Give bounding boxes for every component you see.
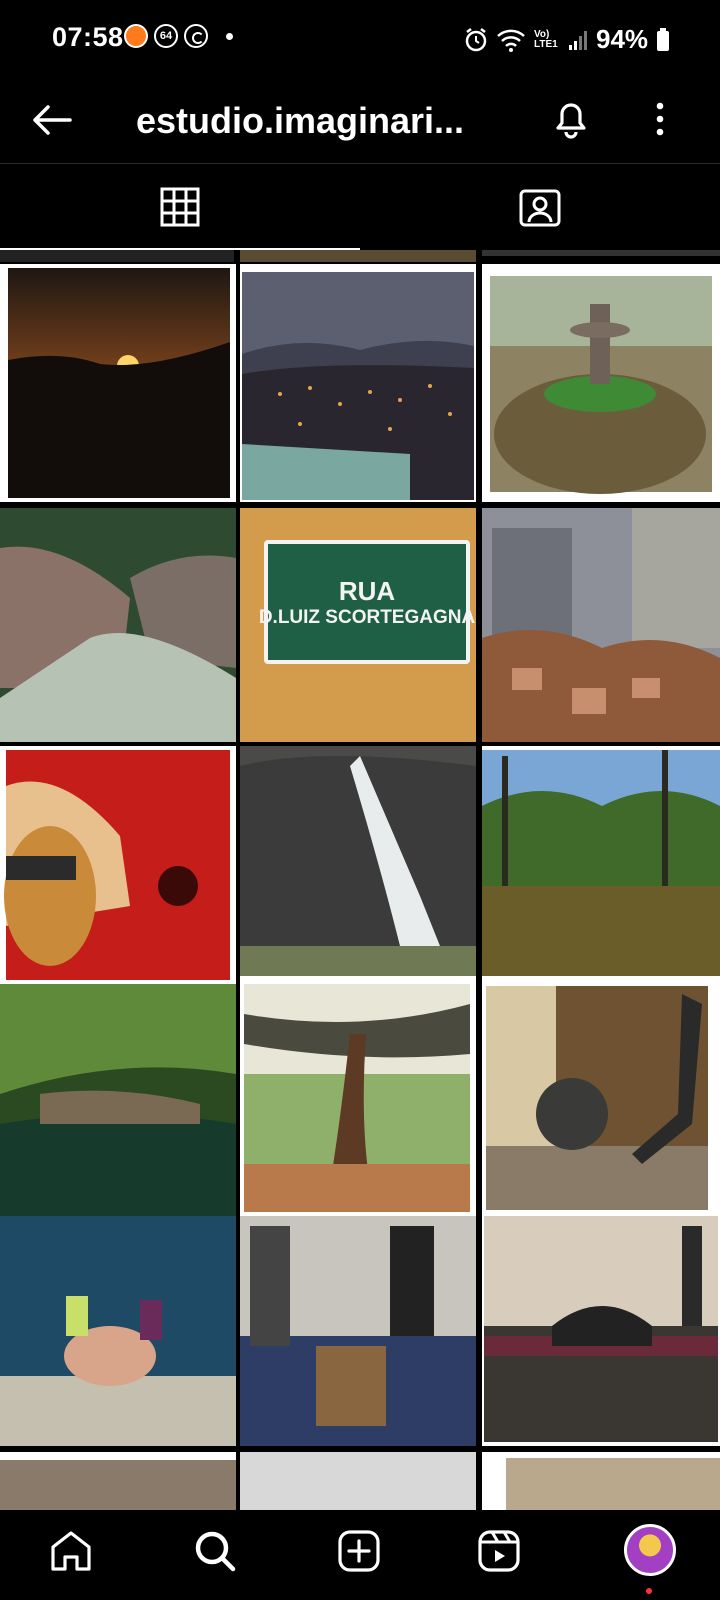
grid-icon [160,187,200,227]
grid-post-gym-workout[interactable] [482,984,720,1216]
search-icon [195,1531,236,1572]
profile-avatar[interactable] [624,1524,676,1576]
status-bar: 07:58 64 Vo) LTE1 94% [0,0,720,78]
grid-post-partial[interactable] [482,1452,720,1510]
nav-search[interactable] [190,1526,240,1576]
grid-post-river-rocks[interactable] [0,508,236,742]
tab-tagged[interactable] [360,164,720,250]
create-icon [338,1530,380,1572]
grid-post-partial[interactable] [240,1452,476,1510]
network-label: Vo) LTE1 [534,28,558,50]
grid-post-group-exercise[interactable] [0,1216,236,1446]
grid-post-city-dusk[interactable] [240,264,476,502]
whatsapp-icon [184,24,208,48]
grid-post-box-jump[interactable] [240,1216,476,1446]
street-sign: RUA D.LUIZ SCORTEGAGNA [259,540,475,664]
battery-text: 94% [596,24,649,54]
grid-post-waterfall[interactable] [240,746,476,984]
grid-post-pond-trees[interactable] [482,746,720,984]
signal-icon [569,30,587,50]
grid-post-gym-class[interactable] [482,1216,720,1446]
status-right-icons: Vo) LTE1 94% [464,24,670,55]
notification-badge: 64 [154,24,178,48]
status-notifications: 64 [124,24,233,48]
grid-post-big-tree[interactable] [240,984,476,1216]
grid-post-forest-stream[interactable] [0,984,236,1216]
tab-grid[interactable] [0,164,360,250]
nav-create[interactable] [334,1526,384,1576]
nav-reels[interactable] [474,1526,524,1576]
grid-post-fountain[interactable] [482,264,720,502]
wifi-icon [497,29,525,52]
bell-icon[interactable] [546,94,596,144]
reels-icon [478,1530,520,1572]
grid-post-ruined-wall[interactable] [482,508,720,742]
bottom-navigation [0,1510,720,1600]
grid-post-partial[interactable] [482,250,720,256]
alarm-icon [465,27,487,51]
grid-post-street-sign[interactable]: RUA D.LUIZ SCORTEGAGNA [240,508,476,742]
profile-tabs [0,164,720,250]
profile-notification-dot [646,1588,652,1594]
grid-post-partial[interactable] [0,1452,236,1510]
back-arrow-icon[interactable] [28,96,76,144]
app-notification-icon [124,24,148,48]
more-notifications-dot [226,32,233,40]
home-icon [51,1531,91,1571]
more-vert-icon[interactable] [640,94,680,144]
street-sign-line1: RUA [338,575,396,606]
nav-home[interactable] [46,1526,96,1576]
grid-post-guitar[interactable] [0,746,236,984]
posts-grid: RUA D.LUIZ SCORTEGAGNA [0,250,720,1510]
battery-icon [657,27,670,51]
grid-post-sunset[interactable] [0,264,236,502]
status-time: 07:58 [52,22,124,52]
profile-header: estudio.imaginari... [0,78,720,164]
grid-post-partial[interactable] [240,250,476,262]
tagged-person-icon [519,189,561,227]
street-sign-line2: D.LUIZ SCORTEGAGNA [258,606,476,628]
profile-username: estudio.imaginari... [136,100,465,141]
grid-post-partial[interactable] [0,250,234,262]
